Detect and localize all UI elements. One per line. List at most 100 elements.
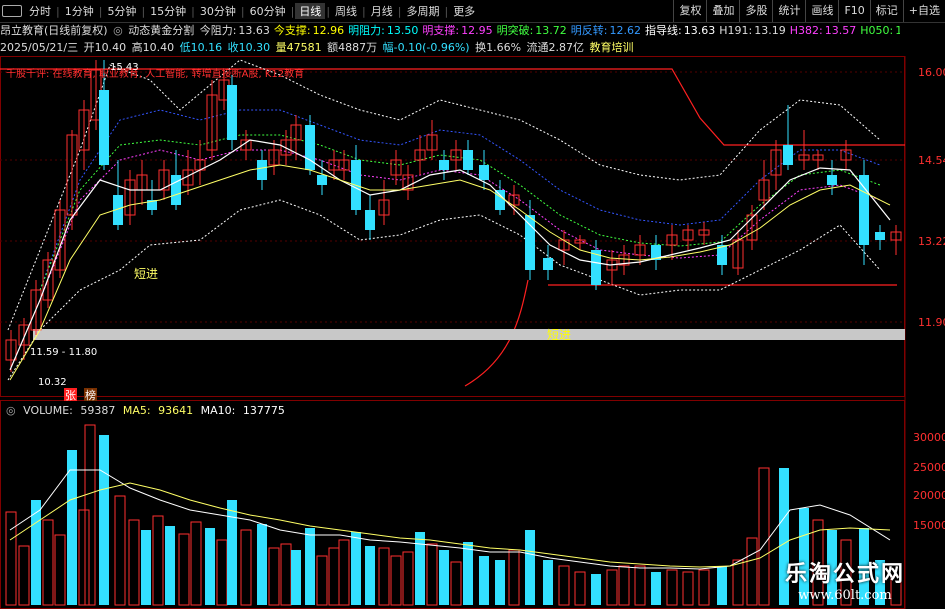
ma10-label: MA10: [200, 404, 236, 417]
volume-bar [732, 559, 744, 606]
volume-bar [280, 543, 292, 606]
volume-bar [378, 547, 390, 606]
volume-bar [390, 555, 402, 606]
price-tick: 11.90 [918, 316, 945, 329]
volume-bar [525, 530, 535, 605]
volume-bar [268, 547, 280, 606]
volume-tick: 25000 [913, 461, 945, 474]
volume-bar [698, 569, 710, 606]
volume-value: 59387 [80, 404, 116, 417]
volume-bar [99, 435, 109, 605]
band-line [39, 134, 881, 291]
candle-body [479, 165, 489, 180]
volume-bar [165, 526, 175, 605]
candle-body [305, 125, 315, 170]
high-label: 15.43 [110, 62, 139, 73]
volume-bar [128, 519, 140, 606]
volume-tick: 30000 [913, 431, 945, 444]
volume-bar [316, 555, 328, 606]
band-line [7, 59, 881, 331]
promo-text: 千股千评: 在线教育, 职业教育, 人工智能, 转增直接断A股, K12教育 [6, 67, 304, 80]
volume-tick: 15000 [913, 519, 945, 532]
volume-bar [439, 550, 449, 605]
volume-bar [463, 542, 473, 605]
price-panel-frame [0, 56, 905, 397]
volume-bar [402, 551, 414, 606]
candle-body [875, 232, 885, 240]
low-label: 10.32 [38, 377, 67, 388]
candle-body [543, 258, 553, 270]
volume-bar [717, 566, 727, 605]
candle-body [525, 215, 535, 270]
candle-body [171, 175, 181, 205]
candle-body [317, 175, 327, 185]
volume-header: ◎ VOLUME: 59387 MA5: 93641 MA10: 137775 [6, 404, 289, 417]
price-tick: 13.22 [918, 235, 945, 248]
volume-bar [508, 549, 520, 606]
volume-bar [328, 547, 340, 606]
volume-bar [450, 561, 462, 606]
candle-body [495, 190, 505, 210]
volume-bar [205, 528, 215, 605]
volume-bar [114, 495, 126, 606]
volume-tick: 20000 [913, 489, 945, 502]
watermark-title: 乐淘公式网 [784, 562, 905, 587]
range-label: 11.59 - 11.80 [30, 347, 97, 358]
ma5-value: 93641 [158, 404, 194, 417]
volume-bar [152, 515, 164, 606]
watermark-url: www.60lt.com [798, 588, 892, 603]
volume-bar [543, 560, 553, 605]
volume-bar [5, 511, 17, 606]
volume-bar [365, 546, 375, 605]
volume-bar [746, 537, 758, 606]
volume-bar [257, 524, 267, 605]
volume-bar [78, 509, 90, 606]
volume-bar [666, 569, 678, 606]
volume-bar [634, 565, 646, 606]
volume-bar [190, 521, 202, 606]
band-line [39, 109, 881, 291]
short-entry-label: 短进 [134, 267, 158, 281]
volume-bar [591, 574, 601, 605]
short-entry-label: 短进 [547, 328, 571, 342]
volume-bar [415, 532, 425, 605]
candle-body [463, 150, 473, 170]
volume-bar [84, 424, 96, 606]
price-tick: 16.00 [918, 66, 945, 79]
volume-bar [227, 500, 237, 605]
volume-bar [426, 543, 438, 606]
candle-body [439, 160, 449, 170]
volume-bar [479, 556, 489, 605]
resistance-line [0, 68, 905, 146]
ma10-value: 137775 [242, 404, 285, 417]
volume-bar [606, 569, 618, 606]
volume-bar [18, 545, 30, 606]
volume-bar [178, 533, 190, 606]
volume-bar [651, 572, 661, 605]
candle-body [227, 85, 237, 140]
volume-bar [558, 565, 570, 606]
volume-bar [240, 529, 252, 606]
price-tick: 14.54 [918, 154, 945, 167]
volume-bar [291, 550, 301, 605]
candle-body [859, 175, 869, 245]
kline-chart[interactable]: 16.00 14.54 13.22 11.90 30000 25000 2000… [0, 0, 945, 609]
volume-bar [54, 534, 66, 606]
watermark: 乐淘公式网 www.60lt.com [765, 556, 925, 603]
candle-body [99, 90, 109, 165]
volume-bar [67, 450, 77, 605]
volume-bar [216, 539, 228, 606]
volume-bar [31, 500, 41, 605]
volume-bar [682, 571, 694, 606]
volume-bar [42, 519, 54, 606]
band-line [7, 199, 881, 381]
volume-bar [338, 539, 350, 606]
volume-bar [618, 565, 630, 606]
volume-title: VOLUME: [23, 404, 73, 417]
zhang-label: 张 [65, 389, 76, 402]
candle-body [365, 210, 375, 230]
band-line [39, 149, 881, 301]
ma5-label: MA5: [122, 404, 151, 417]
volume-bar [141, 530, 151, 605]
collapse-icon[interactable]: ◎ [6, 404, 16, 417]
